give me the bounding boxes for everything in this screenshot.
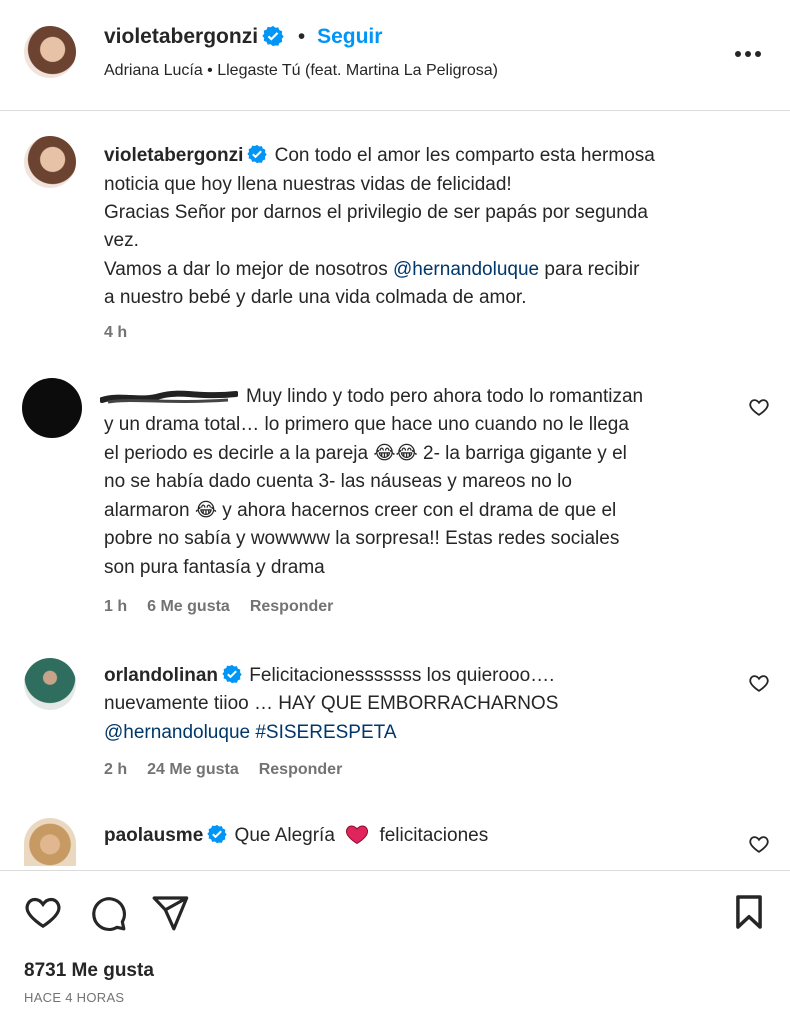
comment-username[interactable]: paolausme [104,825,203,846]
verified-badge-icon [222,664,242,684]
save-bookmark-icon[interactable] [730,892,768,932]
comment-2-line-2: nuevamente tiioo … HAY QUE EMBORRACHARNO… [104,693,559,714]
comment-3-line-1: paolausme Que Alegría felicitaciones [104,822,488,850]
caption-text: Con todo el amor les comparto esta hermo… [274,145,655,166]
comment-text: Felicitacionesssssss los quierooo…. [249,665,555,686]
comment-likes[interactable]: 24 Me gusta [147,761,239,778]
likes-count[interactable]: 8731 Me gusta [24,960,154,982]
comment-avatar[interactable] [24,658,76,710]
caption-avatar[interactable] [24,136,76,188]
header-title-row: violetabergonzi • Seguir [104,25,382,49]
caption-line-1: violetabergonzi Con todo el amor les com… [104,142,655,170]
verified-badge-icon [207,824,227,844]
header-avatar[interactable] [24,26,76,78]
comment-1-line-2: y un drama total… lo primero que hace un… [104,414,629,435]
comment-time[interactable]: 2 h [104,761,127,778]
comment-username[interactable]: orlandolinan [104,665,218,686]
reply-button[interactable]: Responder [259,761,343,778]
comment-1-line-3: el periodo es decirle a la pareja 😂😂 2- … [104,443,627,464]
like-comment-heart-icon[interactable] [748,396,770,418]
comment-1-line-5: alarmaron 😂 y ahora hacernos creer con e… [104,500,617,521]
like-comment-heart-icon[interactable] [748,833,770,855]
caption-line-2: noticia que hoy llena nuestras vidas de … [104,174,512,195]
comment-1-meta: 1 h 6 Me gusta Responder [104,598,353,616]
hashtag-link[interactable]: #SISERESPETA [255,722,396,743]
caption-line-6: a nuestro bebé y darle una vida colmada … [104,287,527,308]
more-options-icon[interactable] [734,46,762,57]
comment-likes[interactable]: 6 Me gusta [147,598,230,615]
like-comment-heart-icon[interactable] [748,672,770,694]
caption-text: para recibir [539,259,640,280]
header-username[interactable]: violetabergonzi [104,25,258,48]
audio-label[interactable]: Adriana Lucía • Llegaste Tú (feat. Marti… [104,62,498,80]
like-heart-icon[interactable] [22,892,64,932]
comment-1-line-6: pobre no sabía y wowwww la sorpresa!! Es… [104,528,620,549]
follow-button[interactable]: Seguir [317,25,382,48]
mention-link[interactable]: @hernandoluque [104,722,250,743]
post-timestamp[interactable]: HACE 4 HORAS [24,990,124,1005]
reply-button[interactable]: Responder [250,598,334,615]
comment-text: felicitaciones [379,825,489,846]
comment-avatar[interactable] [22,378,82,438]
comment-avatar[interactable] [24,818,76,866]
caption-line-3: Gracias Señor por darnos el privilegio d… [104,202,648,223]
comment-1-line-7: son pura fantasía y drama [104,557,325,578]
comment-2-meta: 2 h 24 Me gusta Responder [104,761,362,779]
caption-text: Vamos a dar lo mejor de nosotros [104,259,394,280]
comment-1-line-4: no se había dado cuenta 3- las náuseas y… [104,471,572,492]
header-separator: • [297,25,306,48]
comment-text: Que Alegría [234,825,335,846]
verified-badge-icon [262,25,284,47]
caption-username[interactable]: violetabergonzi [104,145,243,166]
actions-divider [0,870,790,871]
verified-badge-icon [247,144,268,164]
comment-bubble-icon[interactable] [88,893,128,933]
comment-2-line-1: orlandolinan Felicitacionesssssss los qu… [104,662,554,690]
caption-line-5: Vamos a dar lo mejor de nosotros @hernan… [104,256,639,284]
comment-2-line-3: @hernandoluque #SISERESPETA [104,719,397,747]
header-divider [0,110,790,111]
redacted-username [99,388,239,406]
comment-1-line-1: Muy lindo y todo pero ahora todo lo roma… [246,386,644,407]
mention-link[interactable]: @hernandoluque [393,259,539,280]
comment-time[interactable]: 1 h [104,598,127,615]
red-heart-emoji-icon [346,825,369,845]
share-paper-plane-icon[interactable] [150,893,190,933]
caption-time[interactable]: 4 h [104,324,127,342]
caption-line-4: vez. [104,230,139,251]
